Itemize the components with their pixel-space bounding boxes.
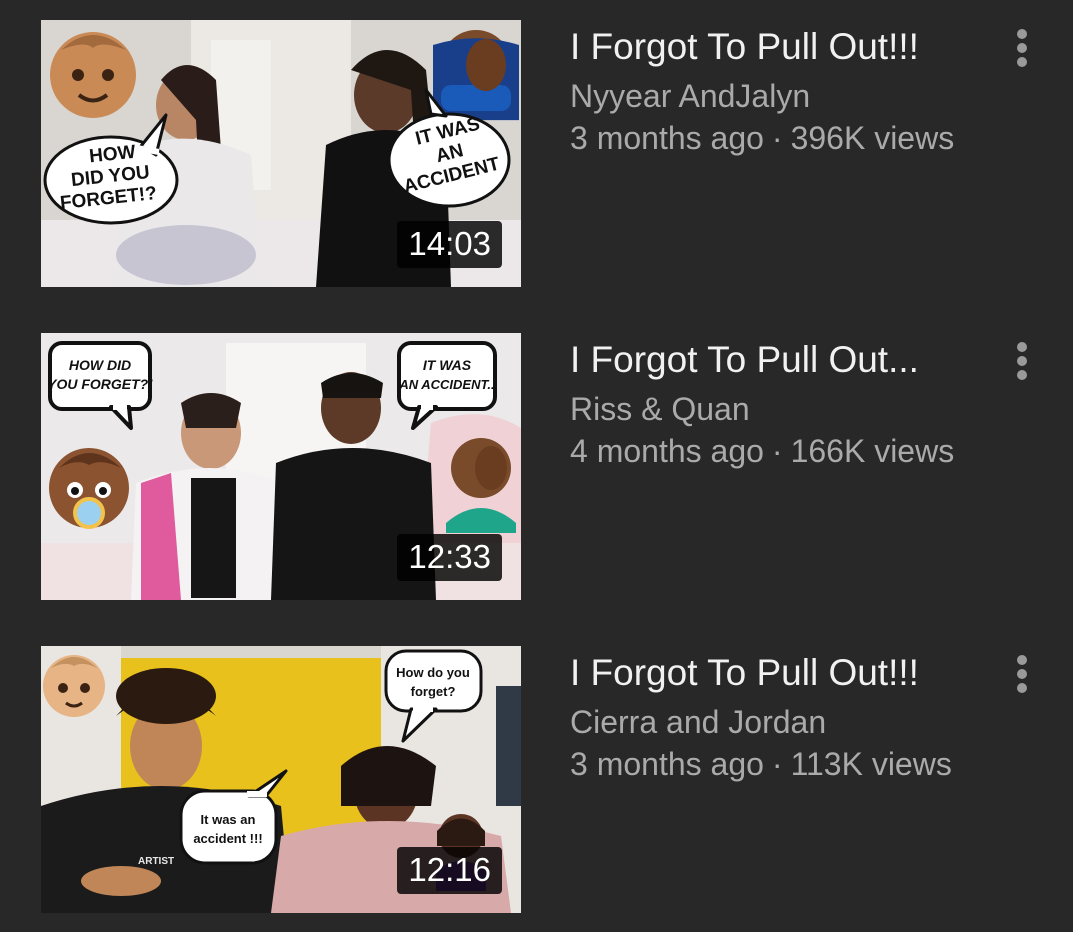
channel-name[interactable]: Riss & Quan — [570, 388, 1000, 430]
more-options-icon[interactable] — [1004, 26, 1040, 70]
duration-badge: 12:33 — [397, 534, 502, 581]
bubble-line: YOU FORGET?! — [47, 376, 153, 392]
bubble-line: IT WAS — [423, 357, 472, 373]
video-meta: I Forgot To Pull Out!!! Nyyear AndJalyn … — [570, 22, 1000, 159]
upload-age: 4 months ago — [570, 433, 764, 469]
video-title[interactable]: I Forgot To Pull Out!!! — [570, 648, 1000, 698]
baby-face-emoji — [43, 655, 105, 717]
video-list: HOW DID YOU FORGET!? IT WAS AN ACCIDENT … — [0, 0, 1073, 932]
stats-separator: · — [771, 120, 783, 156]
baby-face-emoji — [49, 448, 129, 529]
bubble-line: accident !!! — [193, 831, 262, 846]
upload-age: 3 months ago — [570, 746, 764, 782]
bubble-line: AN ACCIDENT.. — [398, 377, 494, 392]
video-thumbnail[interactable]: ARTIST How do you forget? It was an acci… — [41, 646, 521, 913]
video-thumbnail[interactable]: HOW DID YOU FORGET?! IT WAS AN ACCIDENT.… — [41, 333, 521, 600]
video-meta: I Forgot To Pull Out!!! Cierra and Jorda… — [570, 648, 1000, 785]
baby-face-emoji — [50, 32, 136, 118]
bubble-line: HOW DID — [69, 357, 131, 373]
video-item[interactable]: HOW DID YOU FORGET?! IT WAS AN ACCIDENT.… — [0, 333, 1073, 601]
video-thumbnail[interactable]: HOW DID YOU FORGET!? IT WAS AN ACCIDENT … — [41, 20, 521, 287]
shirt-text: ARTIST — [138, 856, 174, 867]
video-title[interactable]: I Forgot To Pull Out!!! — [570, 22, 1000, 72]
more-options-icon[interactable] — [1004, 339, 1040, 383]
bubble-line: It was an — [201, 812, 256, 827]
facepalm-emoji — [433, 30, 519, 121]
stats-separator: · — [771, 433, 783, 469]
view-count: 166K views — [790, 433, 955, 469]
channel-name[interactable]: Nyyear AndJalyn — [570, 75, 1000, 117]
more-options-icon[interactable] — [1004, 652, 1040, 696]
upload-age: 3 months ago — [570, 120, 764, 156]
video-stats: 3 months ago · 113K views — [570, 743, 1000, 785]
view-count: 396K views — [790, 120, 955, 156]
video-meta: I Forgot To Pull Out... Riss & Quan 4 mo… — [570, 335, 1000, 472]
duration-badge: 12:16 — [397, 847, 502, 894]
channel-name[interactable]: Cierra and Jordan — [570, 701, 1000, 743]
bubble-line: forget? — [411, 684, 456, 699]
video-item[interactable]: HOW DID YOU FORGET!? IT WAS AN ACCIDENT … — [0, 20, 1073, 288]
video-stats: 3 months ago · 396K views — [570, 117, 1000, 159]
video-stats: 4 months ago · 166K views — [570, 430, 1000, 472]
video-item[interactable]: ARTIST How do you forget? It was an acci… — [0, 646, 1073, 914]
video-title[interactable]: I Forgot To Pull Out... — [570, 335, 1000, 385]
view-count: 113K views — [790, 746, 952, 782]
bubble-line: How do you — [396, 665, 470, 680]
stats-separator: · — [771, 746, 783, 782]
duration-badge: 14:03 — [397, 221, 502, 268]
